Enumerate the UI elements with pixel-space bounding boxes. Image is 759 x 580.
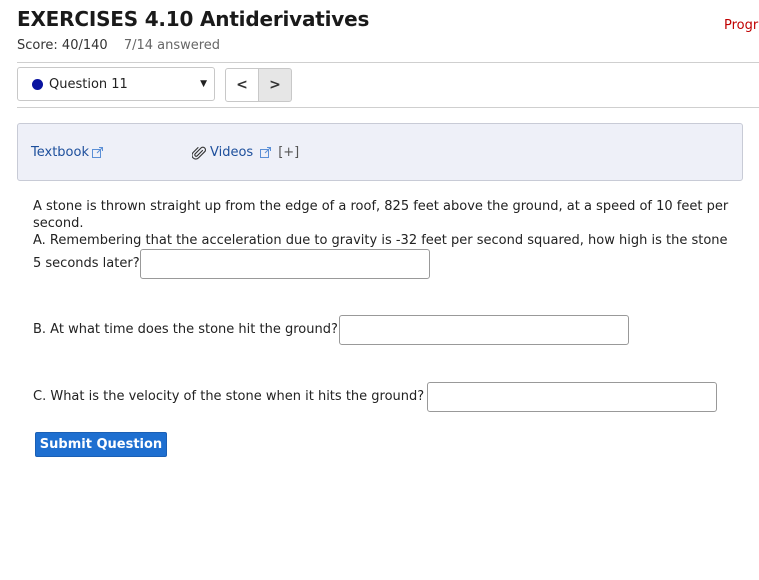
submit-question-button[interactable]: Submit Question	[35, 432, 167, 457]
part-b-prompt: B. At what time does the stone hit the g…	[33, 322, 338, 337]
caret-down-icon: ▼	[200, 79, 207, 89]
question-select-label: Question 11	[49, 76, 128, 92]
part-b-answer-input[interactable]	[339, 315, 629, 345]
videos-link[interactable]: Videos [+]	[192, 145, 299, 160]
question-intro: A stone is thrown straight up from the e…	[33, 198, 733, 232]
external-link-icon	[91, 147, 103, 158]
question-select[interactable]: Question 11 ▼	[17, 67, 215, 101]
question-intro-line: second.	[33, 216, 84, 231]
part-c-prompt: C. What is the velocity of the stone whe…	[33, 389, 425, 404]
question-intro-line: A stone is thrown straight up from the e…	[33, 199, 729, 214]
paperclip-icon	[192, 146, 206, 160]
progress-link[interactable]: Progr	[724, 18, 758, 33]
answered-count: 7/14 answered	[123, 38, 221, 53]
next-question-button[interactable]: >	[258, 68, 292, 102]
divider	[17, 107, 759, 108]
previous-question-button[interactable]: <	[225, 68, 259, 102]
help-resources-panel: Textbook Videos [+]	[17, 123, 743, 181]
part-a-prompt-continued: 5 seconds later?	[33, 256, 140, 271]
part-a-answer-input[interactable]	[140, 249, 430, 279]
external-link-icon	[260, 147, 272, 158]
expand-videos-toggle[interactable]: [+]	[278, 145, 299, 160]
chevron-left-icon: <	[236, 77, 248, 93]
textbook-link[interactable]: Textbook	[31, 145, 103, 160]
videos-link-label: Videos	[210, 145, 254, 160]
page-title: EXERCISES 4.10 Antiderivatives	[17, 7, 370, 31]
textbook-link-label: Textbook	[31, 145, 89, 160]
divider	[17, 62, 759, 63]
chevron-right-icon: >	[269, 77, 281, 93]
score-text: Score: 40/140	[17, 38, 108, 53]
part-a-prompt: A. Remembering that the acceleration due…	[33, 233, 728, 248]
score-line: Score: 40/140 7/14 answered	[17, 38, 220, 53]
question-status-dot	[32, 78, 43, 90]
part-c-answer-input[interactable]	[427, 382, 717, 412]
